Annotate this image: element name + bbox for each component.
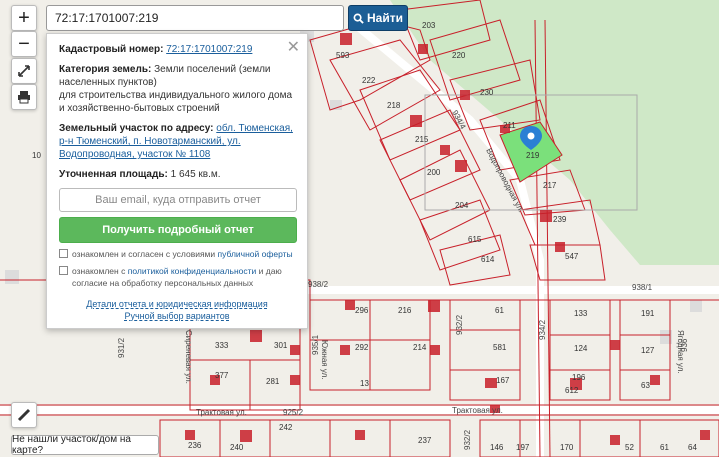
- parcel-214: 214: [413, 343, 427, 352]
- fullscreen-button[interactable]: [11, 58, 37, 84]
- checkbox[interactable]: [59, 266, 68, 275]
- parcel-64: 64: [688, 443, 697, 452]
- printer-icon: [18, 91, 30, 104]
- address-row: Земельный участок по адресу: обл. Тюменс…: [59, 122, 295, 161]
- line-932-2: 932/2: [455, 314, 464, 335]
- parcel-133: 133: [574, 309, 588, 318]
- area-label: Уточненная площадь:: [59, 169, 168, 180]
- parcel-127: 127: [641, 346, 655, 355]
- parcel-61: 61: [495, 306, 504, 315]
- get-report-button[interactable]: Получить подробный отчет: [59, 217, 297, 243]
- cadastral-link[interactable]: 72:17:1701007:219: [166, 44, 252, 55]
- parcel-61b: 61: [660, 443, 669, 452]
- parcel-296: 296: [355, 306, 369, 315]
- parcel-124: 124: [574, 344, 588, 353]
- parcel-281: 281: [266, 377, 280, 386]
- parcel-614: 614: [481, 255, 495, 264]
- parcel-191: 191: [641, 309, 655, 318]
- line-938-2: 938/2: [308, 280, 329, 289]
- parcel-217: 217: [543, 181, 557, 190]
- category-label: Категория земель:: [59, 64, 152, 75]
- not-found-button[interactable]: Не нашли участок/дом на карте?: [11, 434, 159, 456]
- search-button-label: Найти: [367, 11, 403, 25]
- category-row: Категория земель: Земли поселений (земли…: [59, 63, 295, 115]
- parcel-612: 612: [565, 386, 579, 395]
- close-icon[interactable]: ✕: [287, 37, 300, 57]
- street-traktovaya-2: Трактовая ул.: [452, 406, 503, 415]
- cadastral-row: Кадастровый номер: 72:17:1701007:219: [59, 43, 295, 56]
- parcel-547: 547: [565, 252, 579, 261]
- parcel-236: 236: [188, 441, 202, 450]
- parcel-10: 10: [32, 151, 41, 160]
- parcel-197: 197: [516, 443, 530, 452]
- parcel-info-panel: ✕ Кадастровый номер: 72:17:1701007:219 К…: [46, 33, 308, 329]
- parcel-203: 203: [422, 21, 436, 30]
- line-932-2b: 932/2: [463, 429, 472, 450]
- parcel-220: 220: [452, 51, 466, 60]
- privacy-policy-link[interactable]: политикой конфиденциальности: [128, 266, 257, 276]
- parcel-237: 237: [418, 436, 432, 445]
- line-936: 936: [680, 338, 689, 352]
- parcel-146: 146: [490, 443, 504, 452]
- ruler-button[interactable]: [11, 402, 37, 428]
- ruler-icon: [17, 408, 31, 422]
- search-icon: [353, 13, 364, 24]
- line-931-2: 931/2: [117, 337, 126, 358]
- street-yuzhnaya: Южная ул.: [320, 340, 329, 380]
- parcel-200: 200: [427, 168, 441, 177]
- parcel-615: 615: [468, 235, 482, 244]
- parcel-196: 196: [572, 373, 586, 382]
- public-offer-link[interactable]: публичной оферты: [218, 249, 293, 259]
- consent-privacy[interactable]: ознакомлен с политикой конфиденциальност…: [59, 265, 295, 289]
- email-input[interactable]: Ваш email, куда отправить отчет: [59, 188, 297, 212]
- parcel-52: 52: [625, 443, 634, 452]
- line-925-2: 925/2: [283, 408, 304, 417]
- zoom-out-button[interactable]: −: [11, 31, 37, 57]
- plus-icon: +: [18, 6, 30, 29]
- search-input[interactable]: 72:17:1701007:219: [46, 5, 344, 31]
- parcel-219: 219: [526, 151, 540, 160]
- parcel-242: 242: [279, 423, 293, 432]
- minus-icon: −: [18, 32, 30, 55]
- street-traktovaya-1: Трактовая ул.: [196, 408, 247, 417]
- parcel-292: 292: [355, 343, 369, 352]
- consent-privacy-text: ознакомлен с: [72, 266, 126, 276]
- parcel-301: 301: [274, 341, 288, 350]
- consent-offer[interactable]: ознакомлен и согласен с условиями публич…: [59, 248, 295, 260]
- parcel-211: 211: [503, 121, 516, 130]
- print-button[interactable]: [11, 84, 37, 110]
- zoom-in-button[interactable]: +: [11, 5, 37, 31]
- street-sirenevaya: Сиреневая ул.: [184, 330, 193, 384]
- parcel-333: 333: [215, 341, 229, 350]
- parcel-230: 230: [480, 88, 494, 97]
- parcel-222: 222: [362, 76, 376, 85]
- manual-select-link[interactable]: Ручной выбор вариантов: [59, 311, 295, 321]
- parcel-204: 204: [455, 201, 469, 210]
- parcel-581: 581: [493, 343, 507, 352]
- parcel-13: 13: [360, 379, 369, 388]
- parcel-593: 593: [336, 51, 350, 60]
- parcel-216: 216: [398, 306, 412, 315]
- consent-offer-text: ознакомлен и согласен с условиями: [72, 249, 216, 259]
- usage-value: для строительства индивидуального жилого…: [59, 90, 293, 114]
- parcel-167: 167: [496, 376, 510, 385]
- area-row: Уточненная площадь: 1 645 кв.м.: [59, 168, 295, 181]
- parcel-240: 240: [230, 443, 244, 452]
- address-label: Земельный участок по адресу:: [59, 123, 214, 134]
- parcel-215: 215: [415, 135, 429, 144]
- report-details-link[interactable]: Детали отчета и юридическая информация: [59, 299, 295, 309]
- checkbox[interactable]: [59, 249, 68, 258]
- area-value: 1 645 кв.м.: [170, 169, 221, 180]
- expand-icon: [18, 65, 30, 77]
- parcel-239: 239: [553, 215, 567, 224]
- parcel-63: 63: [641, 381, 650, 390]
- line-938-1: 938/1: [632, 283, 653, 292]
- cadastral-label: Кадастровый номер:: [59, 44, 164, 55]
- line-935-1: 935/1: [311, 334, 320, 355]
- line-934-2: 934/2: [538, 319, 547, 340]
- search-button[interactable]: Найти: [348, 5, 408, 31]
- parcel-377: 377: [215, 371, 229, 380]
- parcel-218: 218: [387, 101, 401, 110]
- parcel-170: 170: [560, 443, 574, 452]
